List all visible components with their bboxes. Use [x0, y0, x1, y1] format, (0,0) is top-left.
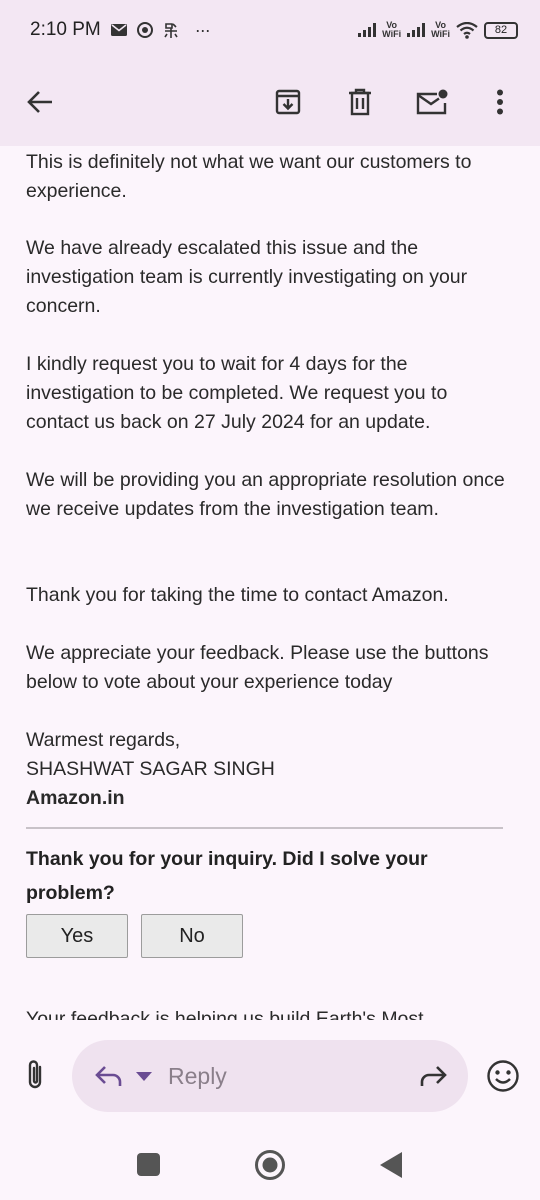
- app-icon: [164, 22, 178, 38]
- back-button[interactable]: [18, 80, 62, 124]
- attachment-icon: [28, 1060, 42, 1089]
- mail-icon: [110, 24, 127, 36]
- yes-button[interactable]: Yes: [26, 914, 128, 958]
- email-paragraph: We will be providing you an appropriate …: [26, 469, 505, 520]
- reply-icon: [95, 1066, 122, 1086]
- chrome-icon: [136, 22, 153, 38]
- divider: [26, 827, 503, 829]
- status-time: 2:10 PM: [30, 19, 101, 40]
- signal-1-icon: [358, 23, 377, 37]
- square-icon: [137, 1153, 160, 1176]
- delete-icon: [349, 88, 371, 116]
- back-arrow-icon: [27, 91, 52, 113]
- delete-button[interactable]: [338, 80, 382, 124]
- email-signer: SHASHWAT SAGAR SINGH: [26, 758, 275, 780]
- email-paragraph: We appreciate your feedback. Please use …: [26, 642, 489, 693]
- archive-button[interactable]: [266, 80, 310, 124]
- signal-2-icon: [407, 23, 426, 37]
- chevron-down-icon[interactable]: [136, 1072, 152, 1081]
- mark-unread-icon: [416, 89, 448, 115]
- mark-unread-button[interactable]: [410, 80, 454, 124]
- vowifi-1-label: Vo WiFi: [382, 20, 402, 39]
- triangle-back-icon: [380, 1152, 402, 1178]
- wifi-icon: [456, 21, 478, 39]
- emoji-button[interactable]: [486, 1059, 520, 1098]
- recents-button[interactable]: [137, 1153, 160, 1181]
- email-paragraph: We have already escalated this issue and…: [26, 237, 468, 317]
- email-paragraph: I kindly request you to wait for 4 days …: [26, 353, 448, 433]
- system-icons: Vo WiFi Vo WiFi 82: [358, 21, 518, 39]
- forward-icon[interactable]: [418, 1064, 448, 1088]
- archive-icon: [275, 89, 301, 115]
- email-toolbar: [0, 60, 540, 146]
- reply-bar: Reply: [0, 1020, 540, 1130]
- feedback-question: Thank you for your inquiry. Did I solve …: [26, 848, 428, 904]
- email-body[interactable]: This is definitely not what we want our …: [0, 146, 540, 1020]
- attach-button[interactable]: [22, 1058, 48, 1097]
- email-paragraph: Thank you for taking the time to contact…: [26, 584, 449, 606]
- more-options-button[interactable]: [478, 80, 522, 124]
- battery-indicator: 82: [484, 21, 518, 39]
- system-nav-bar: [0, 1130, 540, 1200]
- home-button[interactable]: [254, 1149, 286, 1186]
- back-nav-button[interactable]: [380, 1152, 402, 1183]
- more-dots-icon: ···: [194, 19, 211, 40]
- vowifi-2-label: Vo WiFi: [431, 20, 450, 39]
- no-button[interactable]: No: [141, 914, 243, 958]
- emoji-icon: [487, 1060, 519, 1092]
- email-closing: Warmest regards,: [26, 729, 181, 751]
- email-paragraph: This is definitely not what we want our …: [26, 151, 472, 202]
- email-company: Amazon.in: [26, 787, 125, 809]
- home-circle-icon: [255, 1150, 285, 1180]
- status-bar: 2:10 PM ··· Vo WiFi Vo WiFi 82: [0, 0, 540, 60]
- more-vert-icon: [497, 89, 503, 115]
- cut-off-text: Your feedback is helping us build Earth'…: [26, 1008, 424, 1020]
- notification-icons: ···: [110, 19, 211, 41]
- reply-placeholder: Reply: [168, 1063, 227, 1089]
- reply-field[interactable]: Reply: [72, 1040, 468, 1112]
